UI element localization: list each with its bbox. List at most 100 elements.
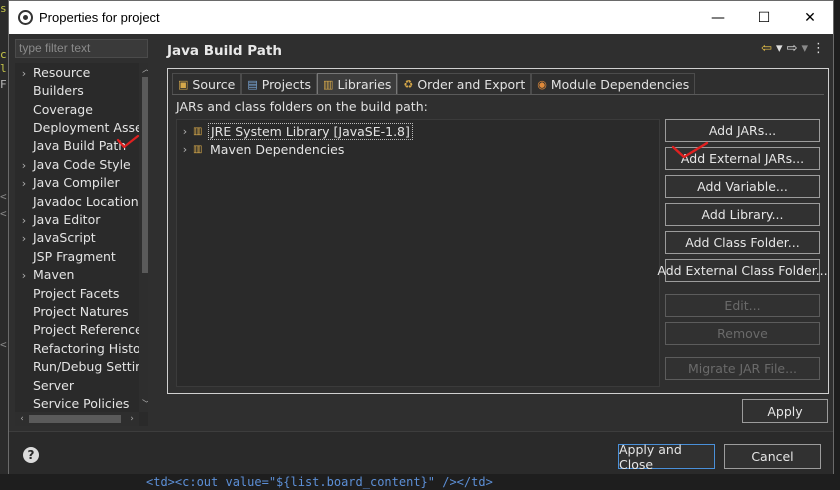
sidebar-item-label: Project References bbox=[33, 322, 141, 337]
tab-module-dependencies[interactable]: ◉ Module Dependencies bbox=[531, 73, 696, 94]
cancel-button[interactable]: Cancel bbox=[724, 444, 821, 469]
expand-icon[interactable]: › bbox=[15, 267, 33, 284]
help-icon[interactable]: ? bbox=[23, 447, 39, 463]
back-menu-icon[interactable]: ▾ bbox=[776, 41, 783, 56]
sidebar-item-project-references[interactable]: Project References bbox=[15, 321, 141, 339]
sidebar-item-label: Javadoc Location bbox=[33, 194, 139, 209]
projects-icon: ▤ bbox=[247, 77, 258, 91]
add-variable-button[interactable]: Add Variable... bbox=[665, 175, 820, 198]
sidebar-item-label: Deployment Assembly bbox=[33, 120, 141, 135]
add-class-folder-button[interactable]: Add Class Folder... bbox=[665, 231, 820, 254]
sidebar-item-run-debug-settings[interactable]: Run/Debug Settings bbox=[15, 358, 141, 376]
tab-libraries[interactable]: ▥ Libraries bbox=[317, 73, 398, 94]
add-external-jars-button[interactable]: Add External JARs... bbox=[665, 147, 820, 170]
code-close-tag: </td> bbox=[456, 475, 493, 489]
library-icon: ▥ bbox=[193, 143, 203, 155]
sidebar-item-javadoc-location[interactable]: Javadoc Location bbox=[15, 193, 141, 211]
sidebar-item-label: Java Editor bbox=[33, 212, 101, 227]
sidebar-item-javascript[interactable]: › JavaScript bbox=[15, 229, 141, 247]
history-navigation: ⇦ ▾ ⇨ ▾ ⋮ bbox=[761, 41, 825, 56]
tab-label: Libraries bbox=[337, 76, 392, 92]
gutter-char: < bbox=[0, 338, 7, 351]
filter-input[interactable]: type filter text bbox=[15, 39, 148, 58]
expand-icon[interactable]: › bbox=[177, 125, 193, 138]
add-external-class-folder-button[interactable]: Add External Class Folder... bbox=[657, 259, 828, 282]
sidebar-vertical-scrollbar[interactable]: ︿ ﹀ bbox=[139, 63, 148, 412]
sidebar-item-label: Java Code Style bbox=[33, 157, 131, 172]
library-icon: ▥ bbox=[193, 125, 203, 137]
sidebar-item-project-natures[interactable]: Project Natures bbox=[15, 303, 141, 321]
minimize-button[interactable]: — bbox=[695, 1, 741, 34]
expand-icon[interactable]: › bbox=[15, 157, 33, 174]
gutter-char: l bbox=[0, 62, 7, 75]
sidebar-item-java-code-style[interactable]: › Java Code Style bbox=[15, 156, 141, 174]
sidebar-item-service-policies[interactable]: Service Policies bbox=[15, 395, 141, 413]
tab-projects[interactable]: ▤ Projects bbox=[241, 73, 318, 94]
code-inner: <c:out value="${list.board_content}" /> bbox=[174, 475, 457, 489]
gutter-char: F bbox=[0, 78, 7, 91]
apply-button[interactable]: Apply bbox=[742, 399, 828, 423]
eclipse-icon bbox=[18, 10, 33, 25]
scroll-right-icon[interactable]: › bbox=[125, 412, 139, 426]
library-entry[interactable]: › ▥ JRE System Library [JavaSE-1.8] bbox=[177, 122, 413, 140]
add-jars-button[interactable]: Add JARs... bbox=[665, 119, 820, 142]
sidebar-item-label: Coverage bbox=[33, 102, 93, 117]
view-menu-icon[interactable]: ⋮ bbox=[812, 41, 825, 56]
edit-button[interactable]: Edit... bbox=[665, 294, 820, 317]
gutter-char: c bbox=[0, 48, 7, 61]
title-bar[interactable]: Properties for project — ☐ ✕ bbox=[9, 1, 833, 34]
tab-order-and-export[interactable]: ♻ Order and Export bbox=[397, 73, 532, 94]
sidebar-item-server[interactable]: Server bbox=[15, 377, 141, 395]
sidebar-item-deployment-assembly[interactable]: Deployment Assembly bbox=[15, 119, 141, 137]
sidebar-item-java-build-path[interactable]: Java Build Path bbox=[15, 137, 141, 155]
sidebar-item-java-editor[interactable]: › Java Editor bbox=[15, 211, 141, 229]
gutter-char: < bbox=[0, 190, 7, 203]
tab-label: Order and Export bbox=[417, 76, 526, 92]
add-library-button[interactable]: Add Library... bbox=[665, 203, 820, 226]
sidebar-item-label: Run/Debug Settings bbox=[33, 359, 141, 374]
build-path-panel: ▣ Source ▤ Projects ▥ Libraries ♻ Order and … bbox=[167, 68, 829, 394]
sidebar-item-label: Server bbox=[33, 378, 74, 393]
migrate-jar-button[interactable]: Migrate JAR File... bbox=[665, 357, 820, 380]
sidebar-item-label: Resource bbox=[33, 65, 91, 80]
expand-icon[interactable]: › bbox=[15, 65, 33, 82]
scroll-down-icon[interactable]: ﹀ bbox=[139, 398, 148, 412]
sidebar-item-java-compiler[interactable]: › Java Compiler bbox=[15, 174, 141, 192]
window-title: Properties for project bbox=[39, 10, 160, 25]
tab-source[interactable]: ▣ Source bbox=[172, 73, 242, 94]
sidebar-item-project-facets[interactable]: Project Facets bbox=[15, 285, 141, 303]
forward-arrow-icon[interactable]: ⇨ bbox=[787, 41, 798, 56]
sidebar-item-resource[interactable]: › Resource bbox=[15, 64, 141, 82]
maximize-button[interactable]: ☐ bbox=[741, 1, 787, 34]
expand-icon[interactable]: › bbox=[15, 212, 33, 229]
close-button[interactable]: ✕ bbox=[787, 1, 833, 34]
expand-icon[interactable]: › bbox=[177, 143, 193, 156]
sidebar-item-label: Builders bbox=[33, 83, 84, 98]
forward-menu-icon[interactable]: ▾ bbox=[801, 41, 808, 56]
scroll-left-icon[interactable]: ‹ bbox=[15, 412, 29, 426]
remove-button[interactable]: Remove bbox=[665, 322, 820, 345]
back-arrow-icon[interactable]: ⇦ bbox=[761, 41, 772, 56]
scroll-thumb[interactable] bbox=[29, 415, 121, 423]
scroll-up-icon[interactable]: ︿ bbox=[139, 63, 148, 77]
sidebar-item-jsp-fragment[interactable]: JSP Fragment bbox=[15, 248, 141, 266]
page-header: Java Build Path ⇦ ▾ ⇨ ▾ ⋮ bbox=[159, 35, 831, 65]
sidebar-horizontal-scrollbar[interactable]: ‹ › bbox=[15, 412, 139, 426]
editor-gutter: s c l F < < < bbox=[0, 0, 8, 490]
sidebar-item-label: Project Facets bbox=[33, 286, 120, 301]
code-open-tag: <td> bbox=[146, 475, 175, 489]
libraries-icon: ▥ bbox=[323, 77, 334, 91]
properties-dialog: Properties for project — ☐ ✕ type filter… bbox=[8, 0, 834, 474]
expand-icon[interactable]: › bbox=[15, 230, 33, 247]
libraries-tree[interactable]: › ▥ JRE System Library [JavaSE-1.8] › ▥ … bbox=[176, 119, 660, 387]
sidebar-item-coverage[interactable]: Coverage bbox=[15, 101, 141, 119]
order-export-icon: ♻ bbox=[403, 77, 414, 91]
sidebar-item-maven[interactable]: › Maven bbox=[15, 266, 141, 284]
sidebar-item-builders[interactable]: Builders bbox=[15, 82, 141, 100]
scroll-thumb[interactable] bbox=[142, 77, 148, 273]
sidebar-item-refactoring-history[interactable]: Refactoring History bbox=[15, 340, 141, 358]
tab-label: Module Dependencies bbox=[550, 76, 690, 92]
expand-icon[interactable]: › bbox=[15, 175, 33, 192]
library-entry[interactable]: › ▥ Maven Dependencies bbox=[177, 140, 346, 158]
apply-and-close-button[interactable]: Apply and Close bbox=[618, 442, 715, 472]
